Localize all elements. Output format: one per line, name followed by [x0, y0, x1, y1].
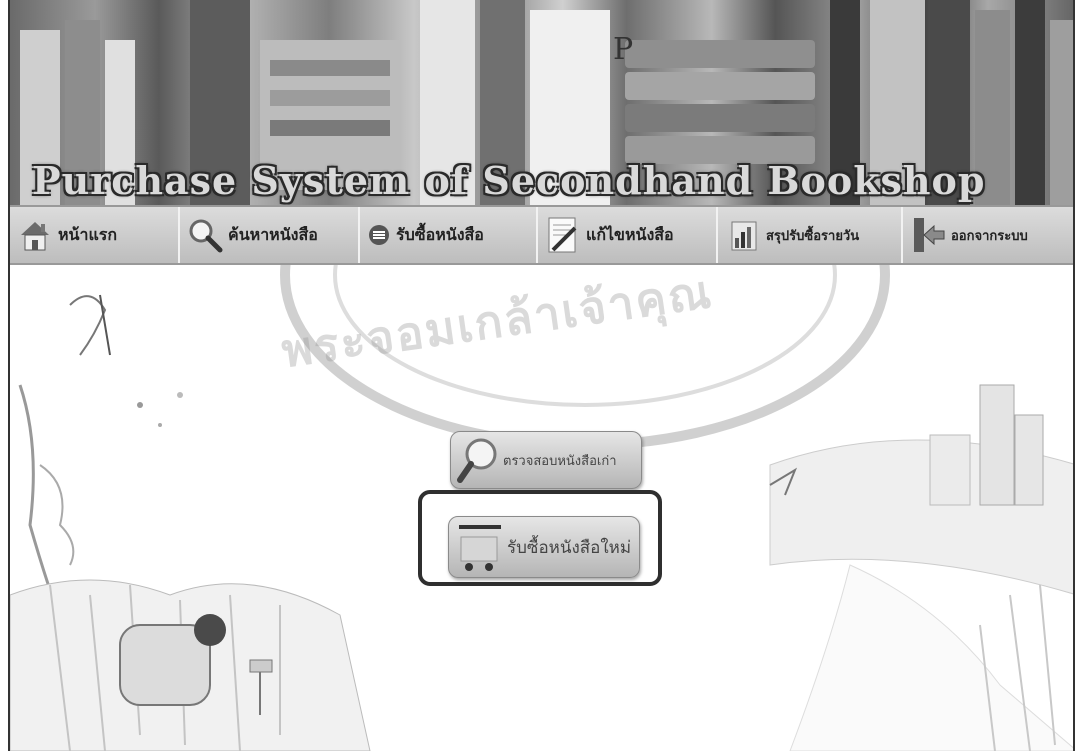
magnifier-icon: [457, 436, 501, 484]
purchase-new-books-button[interactable]: รับซื้อหนังสือใหม่: [448, 516, 640, 578]
nav-purchase-books[interactable]: รับซื้อหนังสือ: [360, 207, 538, 263]
nav-home[interactable]: หน้าแรก: [10, 207, 180, 263]
header-banner: P Purchase System of Secondhand Bookshop: [10, 0, 1073, 205]
nav-edit-books[interactable]: แก้ไขหนังสือ: [538, 207, 718, 263]
nav-purchase-books-label: รับซื้อหนังสือ: [396, 224, 484, 244]
main-content: พระจอมเกล้าเจ้าคุณ ตรวจสอบหนังสือเก่า รั…: [10, 265, 1073, 751]
check-old-books-button[interactable]: ตรวจสอบหนังสือเก่า: [450, 431, 642, 489]
magnifier-icon: [186, 216, 224, 254]
nav-edit-books-label: แก้ไขหนังสือ: [586, 224, 674, 244]
castle-sketch-right: [769, 384, 1073, 751]
house-icon: [16, 216, 54, 254]
purchase-new-books-label: รับซื้อหนังสือใหม่: [507, 537, 632, 558]
app-window: P Purchase System of Secondhand Bookshop…: [8, 0, 1075, 751]
main-nav: หน้าแรก ค้นหาหนังสือ รับซื้อหนังสือ แก้ไ…: [10, 205, 1073, 265]
report-chart-icon: [724, 216, 762, 254]
nav-search-books[interactable]: ค้นหาหนังสือ: [180, 207, 360, 263]
exit-door-icon: [909, 216, 947, 254]
nav-daily-summary-label: สรุปรับซื้อรายวัน: [766, 228, 860, 244]
nav-logout-label: ออกจากระบบ: [951, 228, 1028, 244]
nav-logout[interactable]: ออกจากระบบ: [903, 207, 1073, 263]
nav-home-label: หน้าแรก: [58, 224, 118, 244]
basket-icon: [366, 216, 392, 254]
edit-document-icon: [544, 216, 582, 254]
check-old-books-label: ตรวจสอบหนังสือเก่า: [503, 453, 617, 469]
book-spine-letter: P: [613, 32, 634, 67]
nav-search-books-label: ค้นหาหนังสือ: [228, 224, 318, 244]
site-title: Purchase System of Secondhand Bookshop: [32, 158, 986, 203]
shopping-cart-icon: [457, 521, 503, 573]
nav-daily-summary[interactable]: สรุปรับซื้อรายวัน: [718, 207, 903, 263]
